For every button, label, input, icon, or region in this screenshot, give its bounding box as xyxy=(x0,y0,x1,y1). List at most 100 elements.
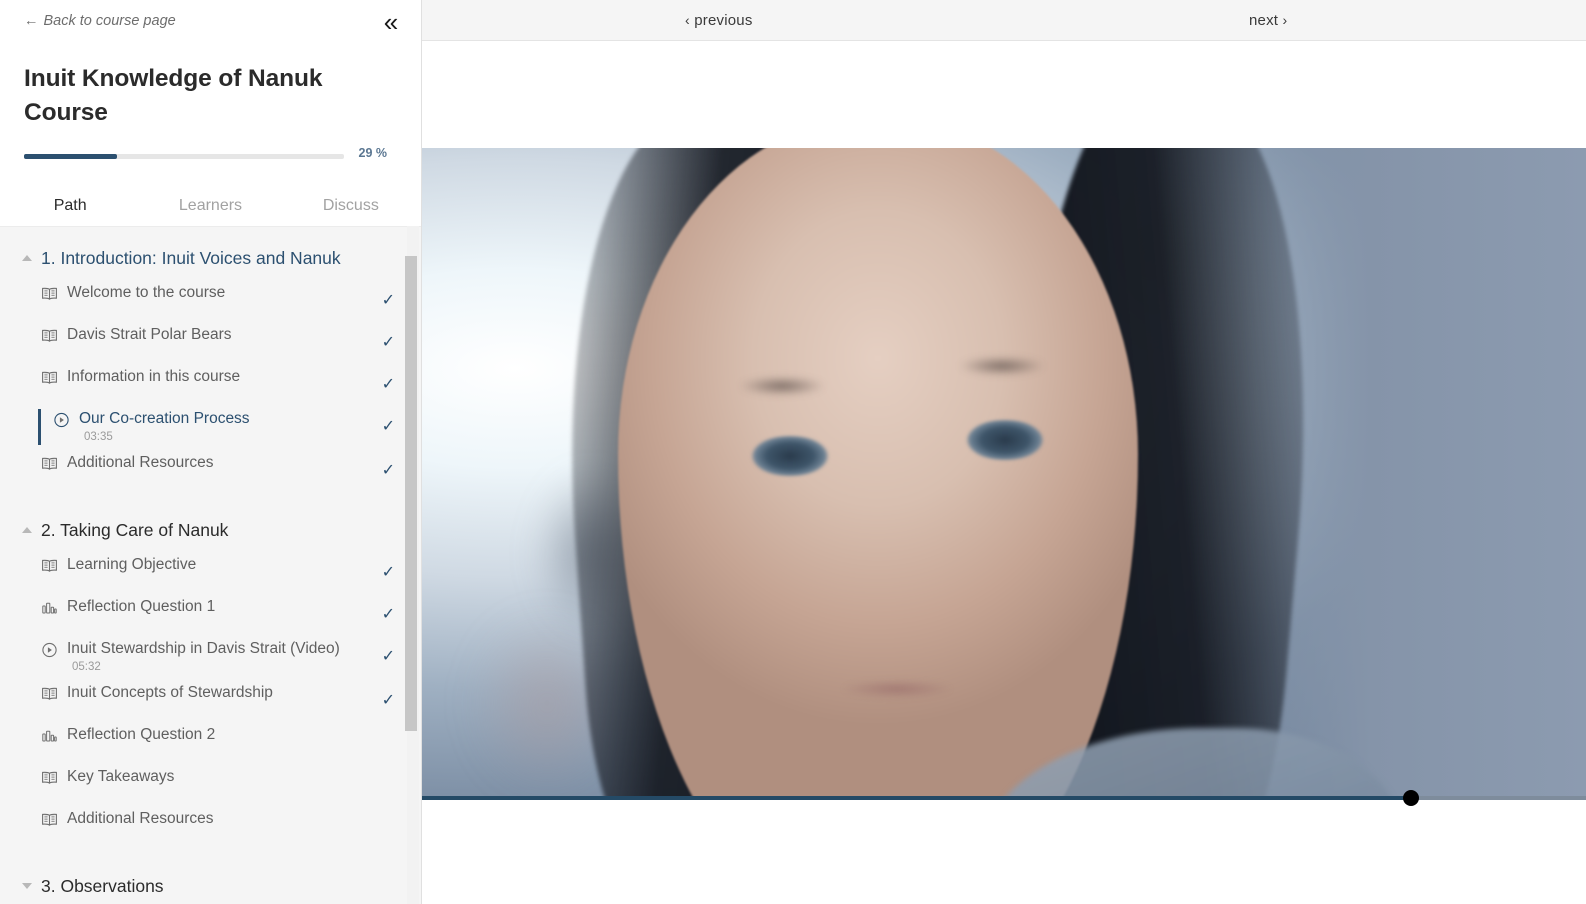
course-section-title: 2. Taking Care of Nanuk xyxy=(41,519,229,540)
video-background-wall xyxy=(1256,148,1586,796)
double-chevron-left-icon: « xyxy=(383,7,399,37)
portrait-eyebrow-right xyxy=(942,353,1062,379)
course-path-item-text: Inuit Concepts of Stewardship xyxy=(67,683,379,703)
tab-learners[interactable]: Learners xyxy=(140,188,280,215)
course-path-item[interactable]: Reflection Question 2 xyxy=(0,725,421,761)
course-path-item-label: Learning Objective xyxy=(67,556,197,573)
course-path-item-text: Reflection Question 1 xyxy=(67,597,379,617)
chevron-up-icon xyxy=(22,255,32,261)
course-path-item-label: Key Takeaways xyxy=(67,768,175,785)
completed-check-icon: ✓ xyxy=(381,334,395,351)
course-path-item-label: Information in this course xyxy=(67,368,241,385)
course-path-item[interactable]: Information in this course ✓ xyxy=(0,367,421,403)
course-progress-percent: 29 % xyxy=(358,146,388,160)
course-path-item[interactable]: Reflection Question 1 ✓ xyxy=(0,597,421,633)
tab-discuss[interactable]: Discuss xyxy=(281,188,421,215)
book-icon xyxy=(38,557,60,575)
course-path-item[interactable]: Our Co-creation Process 03:35 ✓ xyxy=(0,409,421,445)
book-icon xyxy=(38,369,60,387)
course-sidebar: ← Back to course page « Inuit Knowledge o… xyxy=(0,0,422,904)
next-button-label: next xyxy=(1249,12,1279,29)
course-path-item[interactable]: Davis Strait Polar Bears ✓ xyxy=(0,325,421,361)
sidebar-scrollbar-track[interactable] xyxy=(405,226,419,904)
course-path-item-text: Our Co-creation Process 03:35 xyxy=(79,409,379,443)
course-path-item-label: Reflection Question 1 xyxy=(67,598,216,615)
completed-check-icon: ✓ xyxy=(381,648,395,665)
course-title: Inuit Knowledge of Nanuk Course xyxy=(24,65,323,126)
tab-label: Discuss xyxy=(322,197,379,214)
course-path-item[interactable]: Additional Resources ✓ xyxy=(0,453,421,489)
book-icon xyxy=(38,769,60,787)
course-path-item[interactable]: Additional Resources xyxy=(0,809,421,845)
course-section-title: 1. Introduction: Inuit Voices and Nanuk xyxy=(41,247,341,268)
collapse-sidebar-button[interactable]: « xyxy=(375,6,407,38)
tab-label: Path xyxy=(53,197,87,214)
back-to-course-page-link[interactable]: ← Back to course page xyxy=(24,13,176,29)
portrait-mouth xyxy=(822,676,972,702)
arrow-left-icon: ← xyxy=(24,13,39,29)
course-path-item[interactable]: Key Takeaways xyxy=(0,767,421,803)
book-icon xyxy=(38,811,60,829)
course-path-item-label: Additional Resources xyxy=(67,810,214,827)
book-icon xyxy=(38,327,60,345)
chevron-up-icon xyxy=(22,527,32,533)
course-section-header-1[interactable]: 1. Introduction: Inuit Voices and Nanuk xyxy=(0,243,421,273)
chevron-down-icon xyxy=(22,883,32,889)
chevron-left-icon: ‹ xyxy=(685,12,690,28)
course-path-item-label: Davis Strait Polar Bears xyxy=(67,326,232,343)
course-path-item-label: Our Co-creation Process xyxy=(79,410,250,427)
course-path-item-label: Reflection Question 2 xyxy=(67,726,216,743)
course-player-page: ‹ previous next › ← Back to course page … xyxy=(0,0,1586,904)
previous-button-label: previous xyxy=(694,12,753,29)
video-player[interactable] xyxy=(422,148,1586,796)
play-circle-icon xyxy=(50,411,72,429)
course-progress-fill xyxy=(24,154,117,159)
video-stage xyxy=(422,41,1586,904)
completed-check-icon: ✓ xyxy=(381,292,395,309)
course-progress-track xyxy=(24,154,344,159)
next-button[interactable]: next › xyxy=(1249,0,1287,41)
course-path-item-label: Additional Resources xyxy=(67,454,214,471)
course-path-item[interactable]: Inuit Concepts of Stewardship ✓ xyxy=(0,683,421,719)
course-path-item-text: Additional Resources xyxy=(67,809,379,829)
video-progress-handle[interactable] xyxy=(1403,790,1420,806)
video-progress-fill xyxy=(422,796,1412,800)
completed-check-icon: ✓ xyxy=(381,606,395,623)
course-path-list: 1. Introduction: Inuit Voices and Nanuk W… xyxy=(0,227,421,904)
completed-check-icon: ✓ xyxy=(381,376,395,393)
course-path-item[interactable]: Learning Objective ✓ xyxy=(0,555,421,591)
course-path-item-label: Inuit Stewardship in Davis Strait (Video… xyxy=(67,640,340,657)
course-path-item-text: Learning Objective xyxy=(67,555,379,575)
chevron-right-icon: › xyxy=(1282,12,1288,28)
completed-check-icon: ✓ xyxy=(381,564,395,581)
course-path-item-text: Key Takeaways xyxy=(67,767,379,787)
video-progress-scrubber[interactable] xyxy=(422,790,1586,806)
portrait-pupil-right xyxy=(988,426,1016,454)
course-path-item-duration: 05:32 xyxy=(72,661,101,673)
book-icon xyxy=(38,285,60,303)
previous-button[interactable]: ‹ previous xyxy=(685,0,753,41)
course-path-item-label: Welcome to the course xyxy=(67,284,226,301)
book-icon xyxy=(38,455,60,473)
sidebar-scrollbar-thumb[interactable] xyxy=(405,256,417,731)
completed-check-icon: ✓ xyxy=(381,418,395,435)
player-top-navigation-bar: ‹ previous next › xyxy=(422,0,1586,41)
play-circle-icon xyxy=(38,641,60,659)
course-path-item-text: Davis Strait Polar Bears xyxy=(67,325,379,345)
course-section-header-2[interactable]: 2. Taking Care of Nanuk xyxy=(0,515,421,545)
course-path-item-text: Reflection Question 2 xyxy=(67,725,379,745)
course-path-item-label: Inuit Concepts of Stewardship xyxy=(67,684,273,701)
course-path-item-text: Welcome to the course xyxy=(67,283,379,303)
course-section-header-3[interactable]: 3. Observations xyxy=(0,871,421,901)
bar-chart-icon xyxy=(38,727,60,745)
tab-label: Learners xyxy=(178,197,243,214)
course-path-list-container: 1. Introduction: Inuit Voices and Nanuk W… xyxy=(0,226,421,904)
course-section-title: 3. Observations xyxy=(41,875,164,896)
course-path-item[interactable]: Inuit Stewardship in Davis Strait (Video… xyxy=(0,639,421,675)
course-path-item[interactable]: Welcome to the course ✓ xyxy=(0,283,421,319)
course-progress: 29 % xyxy=(24,146,400,168)
tab-path[interactable]: Path xyxy=(0,188,140,215)
sidebar-tabs: Path Learners Discuss xyxy=(0,188,421,226)
